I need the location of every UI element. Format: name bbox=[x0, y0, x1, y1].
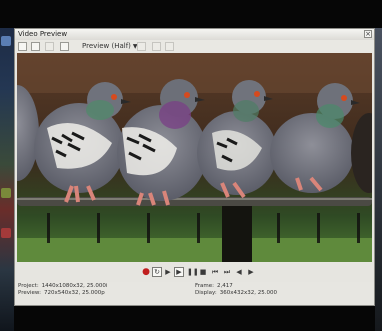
preview-quality-dropdown[interactable]: Preview (Half) ▼ bbox=[82, 41, 138, 52]
background-app-icon bbox=[1, 228, 11, 238]
previous-frame-icon[interactable]: ◀ bbox=[234, 267, 244, 277]
display-info: Display: 360x432x32, 25.000 bbox=[195, 290, 277, 297]
window-title: Video Preview bbox=[18, 30, 68, 38]
video-frame[interactable] bbox=[17, 53, 372, 262]
pause-icon[interactable]: ❚❚ bbox=[186, 267, 199, 277]
split-screen-icon[interactable] bbox=[31, 42, 40, 51]
background-app-icon bbox=[1, 188, 11, 198]
loop-playback-icon[interactable]: ↻ bbox=[152, 267, 162, 277]
preview-value: 720x540x32, 25.000p bbox=[43, 290, 105, 296]
video-preview-window: Video Preview × Preview (Half) ▼ ● ↻ ▶ ▶… bbox=[14, 28, 375, 306]
project-label: Project: bbox=[18, 283, 39, 289]
play-from-start-icon[interactable]: ▶ bbox=[163, 267, 173, 277]
next-frame-icon[interactable]: ▶ bbox=[246, 267, 256, 277]
background-app-icon bbox=[1, 36, 11, 46]
preview-quality-icon[interactable] bbox=[60, 42, 69, 51]
info-panel: Project: 1440x1080x32, 25.000i Preview: 72… bbox=[15, 282, 374, 306]
copy-snapshot-icon[interactable] bbox=[152, 42, 161, 51]
project-info: Project: 1440x1080x32, 25.000i bbox=[18, 283, 107, 290]
close-button[interactable]: × bbox=[364, 30, 372, 38]
frame-info: Frame: 2,417 bbox=[195, 283, 233, 290]
save-snapshot-icon[interactable] bbox=[165, 42, 174, 51]
preview-info: Preview: 720x540x32, 25.000p bbox=[18, 290, 105, 297]
frame-label: Frame: bbox=[195, 283, 214, 289]
display-label: Display: bbox=[195, 290, 217, 296]
background-panel-right bbox=[375, 28, 382, 331]
display-value: 360x432x32, 25.000 bbox=[219, 290, 277, 296]
pigeons-on-railing-image bbox=[17, 53, 372, 262]
play-icon[interactable]: ▶ bbox=[174, 267, 184, 277]
video-output-icon[interactable] bbox=[18, 42, 27, 51]
preview-quality-value: Preview (Half) bbox=[82, 42, 131, 50]
transport-bar: ● ↻ ▶ ▶ ❚❚ ■ ⏮ ⏭ ◀ ▶ bbox=[15, 263, 374, 282]
preview-label: Preview: bbox=[18, 290, 41, 296]
go-to-end-icon[interactable]: ⏭ bbox=[222, 267, 232, 277]
overlays-icon[interactable] bbox=[45, 42, 54, 51]
record-icon[interactable]: ● bbox=[141, 267, 151, 277]
adjust-size-icon[interactable] bbox=[137, 42, 146, 51]
go-to-start-icon[interactable]: ⏮ bbox=[210, 267, 220, 277]
project-value: 1440x1080x32, 25.000i bbox=[41, 283, 108, 289]
preview-toolbar: Preview (Half) ▼ bbox=[15, 40, 374, 53]
stop-icon[interactable]: ■ bbox=[198, 267, 208, 277]
frame-value: 2,417 bbox=[217, 283, 233, 289]
background-timeline-left bbox=[0, 28, 14, 331]
